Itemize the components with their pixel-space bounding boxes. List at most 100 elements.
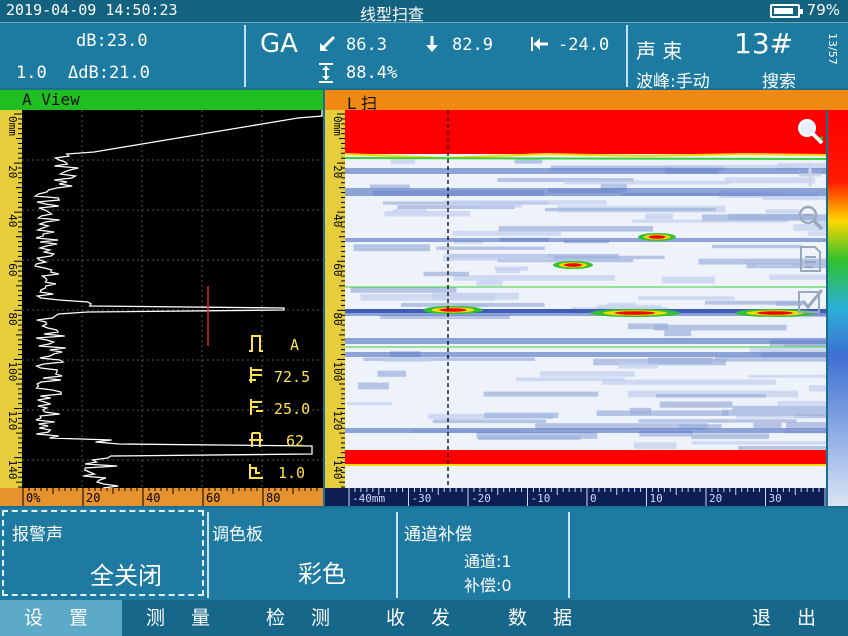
channel-comp-setting[interactable]: 通道补偿 通道:1 补偿:0 xyxy=(400,510,568,596)
scan-noise xyxy=(748,374,826,378)
palette-setting[interactable]: 调色板 彩色 xyxy=(210,510,396,596)
depth-tick-label: 60 xyxy=(6,263,19,276)
info-bar: dB:23.0 1.0 ΔdB:21.0 GA 86.3 82.9 -24.0 … xyxy=(0,22,848,92)
scan-noise xyxy=(601,379,776,385)
scan-noise xyxy=(638,296,735,300)
scan-noise xyxy=(476,280,503,286)
scan-noise xyxy=(606,302,636,307)
depth-tick-label: 100 xyxy=(331,361,344,381)
beam-number[interactable]: 13# xyxy=(734,27,793,60)
scan-noise xyxy=(808,385,826,392)
lscan-header: L 扫 xyxy=(325,90,848,113)
scan-noise xyxy=(645,213,674,220)
scan-noise xyxy=(401,302,545,307)
scan-noise xyxy=(481,203,523,208)
scan-noise xyxy=(423,271,470,277)
amp-tick-label: 20 xyxy=(86,491,100,505)
search-button[interactable]: 搜索 xyxy=(762,67,796,92)
scan-noise xyxy=(360,294,495,301)
pos-tick-label: -20 xyxy=(471,492,491,505)
db-step[interactable]: 1.0 xyxy=(16,63,47,83)
palette-value: 彩色 xyxy=(298,560,346,588)
scan-noise xyxy=(443,200,607,205)
main-menu: 设 置 测 量 检 测 收 发 数 据 退 出 xyxy=(0,600,848,636)
scan-noise xyxy=(634,442,677,449)
depth-tick-label: 120 xyxy=(6,411,19,431)
datetime: 2019-04-09 14:50:23 xyxy=(6,1,178,19)
battery-icon xyxy=(770,4,803,18)
amp-tick-label: 0% xyxy=(26,491,41,505)
gate-width-value[interactable]: 25.0 xyxy=(274,400,310,418)
amp-tick-label: 40 xyxy=(146,491,160,505)
beam-label: 声 束 xyxy=(636,39,683,63)
report-icon[interactable] xyxy=(795,244,825,274)
depth-tick-label: 140 xyxy=(6,460,19,480)
defect-indication xyxy=(648,235,666,239)
scan-noise xyxy=(769,274,826,281)
beam-total: 13/57 xyxy=(826,33,839,65)
divider xyxy=(244,25,246,87)
step-value[interactable]: 1.0 xyxy=(278,464,305,482)
menu-exit[interactable]: 退 出 xyxy=(730,600,848,636)
zoom-icon[interactable] xyxy=(795,116,825,146)
depth-tick-label: 20 xyxy=(331,165,344,178)
depth-tick-label: 60 xyxy=(331,263,344,276)
depth-tick-label: 0mm xyxy=(331,116,344,136)
scan-noise xyxy=(647,357,714,364)
scan-band xyxy=(345,168,826,174)
delta-db-readout[interactable]: ΔdB:21.0 xyxy=(68,63,150,83)
alarm-title: 报警声 xyxy=(12,525,63,545)
surface-distance-icon xyxy=(530,35,550,57)
gate-start-value[interactable]: 72.5 xyxy=(274,368,310,386)
divider xyxy=(568,512,570,598)
scan-noise xyxy=(452,230,561,236)
defect-indication xyxy=(757,311,793,315)
menu-transceiver[interactable]: 收 发 xyxy=(364,600,482,636)
scan-noise xyxy=(544,207,716,212)
menu-data[interactable]: 数 据 xyxy=(486,600,604,636)
battery-percent: 79% xyxy=(806,1,840,19)
scan-noise xyxy=(453,275,615,281)
scan-band xyxy=(345,238,826,242)
db-readout[interactable]: dB:23.0 xyxy=(76,31,148,51)
scan-noise xyxy=(483,391,599,397)
scan-noise xyxy=(554,255,665,260)
scan-noise xyxy=(661,276,715,284)
scan-noise xyxy=(691,433,770,440)
aview-amplitude-ruler: 0% 20 40 60 80 xyxy=(22,488,323,506)
check-icon[interactable] xyxy=(795,286,825,316)
depth-tick-label: 0mm xyxy=(6,116,19,136)
gate-height-icon xyxy=(248,430,264,452)
depth-tick-label: 40 xyxy=(331,214,344,227)
scan-noise xyxy=(390,159,416,165)
scan-noise xyxy=(638,419,797,423)
divider xyxy=(626,25,628,87)
depth-tick-label: 40 xyxy=(6,214,19,227)
scan-band xyxy=(345,352,826,357)
scan-noise xyxy=(494,266,528,271)
alarm-setting[interactable]: 报警声 全关闭 xyxy=(2,510,204,596)
pos-tick-label: 10 xyxy=(650,492,663,505)
peak-mode[interactable]: 波峰:手动 xyxy=(636,67,710,92)
gate-icon xyxy=(248,334,264,356)
scan-noise xyxy=(384,211,471,217)
pos-tick-label: -40mm xyxy=(352,492,385,505)
gate-select-value[interactable]: A xyxy=(290,336,299,354)
menu-measure[interactable]: 测 量 xyxy=(124,600,242,636)
scan-noise xyxy=(432,419,547,424)
menu-settings[interactable]: 设 置 xyxy=(0,600,122,636)
scan-noise xyxy=(753,422,782,429)
add-icon[interactable] xyxy=(795,160,825,190)
surface-distance-value: -24.0 xyxy=(558,35,610,55)
lscan-depth-ruler: 0mm 20 40 60 80 100 120 140 xyxy=(325,110,345,488)
alarm-value: 全关闭 xyxy=(90,562,162,590)
front-wall-echo xyxy=(345,110,826,154)
color-palette-bar xyxy=(826,110,848,506)
menu-inspect[interactable]: 检 测 xyxy=(244,600,362,636)
lscan-image[interactable] xyxy=(345,110,826,488)
magnifier-icon[interactable] xyxy=(795,202,825,232)
scan-noise xyxy=(369,184,410,189)
divider xyxy=(396,512,398,598)
gate-height-value[interactable]: 62 xyxy=(286,432,304,450)
pos-tick-label: 20 xyxy=(709,492,722,505)
